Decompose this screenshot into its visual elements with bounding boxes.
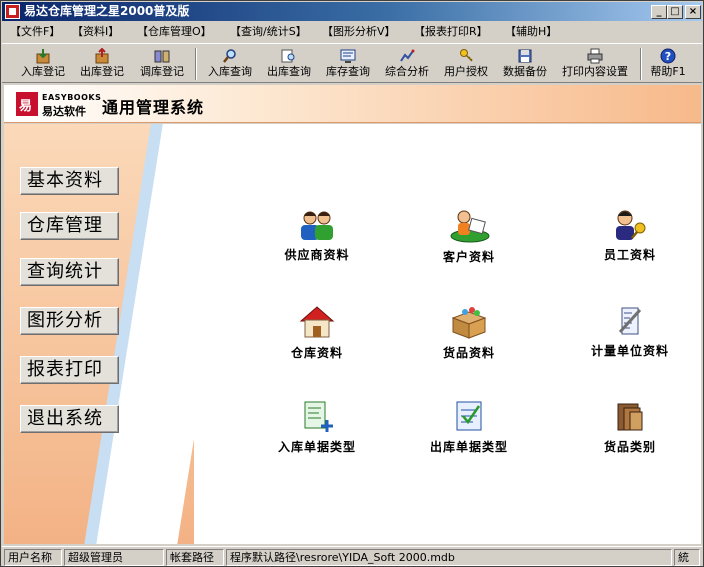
tile-measure-unit[interactable]: 计量单位资料 [560,304,700,374]
help-icon: ? [660,48,676,64]
main-content: 供应商资料 客户资料 员工资料 仓库资料 货品资料 计量单位资料 入库单据类型 … [194,124,701,544]
user-auth-button[interactable]: 用户授权 [438,46,494,82]
inventory-query-button[interactable]: 库存查询 [320,46,376,82]
menu-file[interactable]: 【文件F】 [10,24,60,40]
toolbar-separator [640,48,642,80]
close-button[interactable]: × [685,5,701,19]
tile-warehouse[interactable]: 仓库资料 [247,304,387,374]
transfer-label: 调库登记 [140,65,184,78]
inventory-query-label: 库存查询 [326,65,370,78]
nav-report-print-button[interactable]: 报表打印 [20,356,119,384]
tile-supplier[interactable]: 供应商资料 [247,208,387,278]
inventory-icon [340,49,356,63]
stock-out-query-label: 出库查询 [267,65,311,78]
stock-out-icon [95,48,109,64]
tile-goods-category-label: 货品类别 [603,440,656,454]
status-bar: 用户名称 超级管理员 帐套路径 程序默认路径\resrore\YIDA_Soft… [2,546,702,566]
logo-chinese: 易达软件 [42,105,86,118]
svg-text:?: ? [665,50,671,63]
menu-query[interactable]: 【查询/统计S】 [230,24,307,40]
nav-exit-button[interactable]: 退出系统 [20,405,119,433]
menu-help[interactable]: 【辅助H】 [505,24,557,40]
stock-in-query-button[interactable]: 入库查询 [202,46,258,82]
tile-goods-category[interactable]: 货品类别 [560,398,700,468]
key-icon [460,49,473,62]
stock-out-label: 出库登记 [80,65,124,78]
status-extra: 統 [674,549,700,566]
stock-in-query-label: 入库查询 [208,65,252,78]
analysis-button[interactable]: 综合分析 [379,46,435,82]
toolbar: 入库登记 出库登记 调库登记 入库查询 出库查询 库存查询 综合分析 用户授权 … [2,43,702,83]
status-user-value: 超级管理员 [64,549,164,566]
transfer-button[interactable]: 调库登记 [134,46,190,82]
app-window: 易达仓库管理之星2000普及版 _ □ × 【文件F】 【资料I】 【仓库管理O… [0,0,704,567]
help-button[interactable]: ? 帮助F1 [646,46,690,82]
tile-supplier-label: 供应商资料 [284,248,350,262]
system-title: 通用管理系统 [102,98,205,117]
tile-outbound-doc-type-label: 出库单据类型 [429,440,508,454]
customer-icon [450,210,490,243]
menu-warehouse[interactable]: 【仓库管理O】 [137,24,212,40]
search-icon [281,49,295,63]
help-label: 帮助F1 [650,65,686,78]
menu-graph[interactable]: 【图形分析V】 [322,24,396,40]
minimize-button[interactable]: _ [651,5,667,19]
easybooks-logo-icon [16,92,38,116]
stock-in-label: 入库登记 [21,65,65,78]
nav-query-stats-button[interactable]: 查询统计 [20,258,119,286]
outbound-doc-icon [456,401,482,431]
window-title: 易达仓库管理之星2000普及版 [24,4,190,18]
warehouse-icon [299,306,335,338]
nav-basic-data-button[interactable]: 基本资料 [20,167,119,195]
backup-label: 数据备份 [503,65,547,78]
user-auth-label: 用户授权 [444,65,488,78]
goods-box-icon [451,307,487,339]
tile-goods-label: 货品资料 [442,346,495,360]
goods-category-icon [617,403,643,431]
stock-in-icon [36,49,50,64]
transfer-icon [154,50,170,63]
stock-out-button[interactable]: 出库登记 [74,46,130,82]
nav-warehouse-button[interactable]: 仓库管理 [20,212,119,240]
left-nav-panel: 基本资料 仓库管理 查询统计 图形分析 报表打印 退出系统 [4,124,194,544]
status-user-label: 用户名称 [4,549,62,566]
status-path-label: 帐套路径 [166,549,224,566]
tile-customer[interactable]: 客户资料 [399,208,539,278]
tile-customer-label: 客户资料 [442,250,495,264]
menu-report[interactable]: 【报表打印R】 [414,24,488,40]
stock-out-query-button[interactable]: 出库查询 [261,46,317,82]
tile-outbound-doc-type[interactable]: 出库单据类型 [399,398,539,468]
status-path-value: 程序默认路径\resrore\YIDA_Soft 2000.mdb [226,549,672,566]
inbound-doc-icon [304,401,333,432]
stock-in-button[interactable]: 入库登记 [16,46,70,82]
header-banner: EASYBOOKS 易达软件 通用管理系统 [4,85,701,123]
print-settings-button[interactable]: 打印内容设置 [555,46,635,82]
supplier-icon [301,211,333,240]
printer-icon [587,48,603,64]
analysis-label: 综合分析 [385,65,429,78]
measure-unit-icon [618,307,642,335]
tile-inbound-doc-type[interactable]: 入库单据类型 [247,398,387,468]
print-settings-label: 打印内容设置 [562,65,628,78]
logo-english: EASYBOOKS [42,93,102,102]
menu-data[interactable]: 【资料I】 [72,24,119,40]
app-logo-icon[interactable] [5,4,20,19]
tile-goods[interactable]: 货品资料 [399,304,539,374]
employee-icon [616,210,646,240]
tile-inbound-doc-type-label: 入库单据类型 [277,440,356,454]
maximize-button[interactable]: □ [667,5,683,19]
tile-measure-unit-label: 计量单位资料 [590,344,669,358]
title-bar[interactable]: 易达仓库管理之星2000普及版 _ □ × [2,2,702,21]
backup-button[interactable]: 数据备份 [497,46,553,82]
analysis-icon [400,49,415,62]
toolbar-separator [195,48,197,80]
menu-bar: 【文件F】 【资料I】 【仓库管理O】 【查询/统计S】 【图形分析V】 【报表… [2,22,702,42]
tile-employee[interactable]: 员工资料 [560,208,700,278]
search-icon [223,49,236,63]
backup-icon [518,49,532,63]
nav-graph-analysis-button[interactable]: 图形分析 [20,307,119,335]
tile-employee-label: 员工资料 [603,248,656,262]
tile-warehouse-label: 仓库资料 [290,346,343,360]
